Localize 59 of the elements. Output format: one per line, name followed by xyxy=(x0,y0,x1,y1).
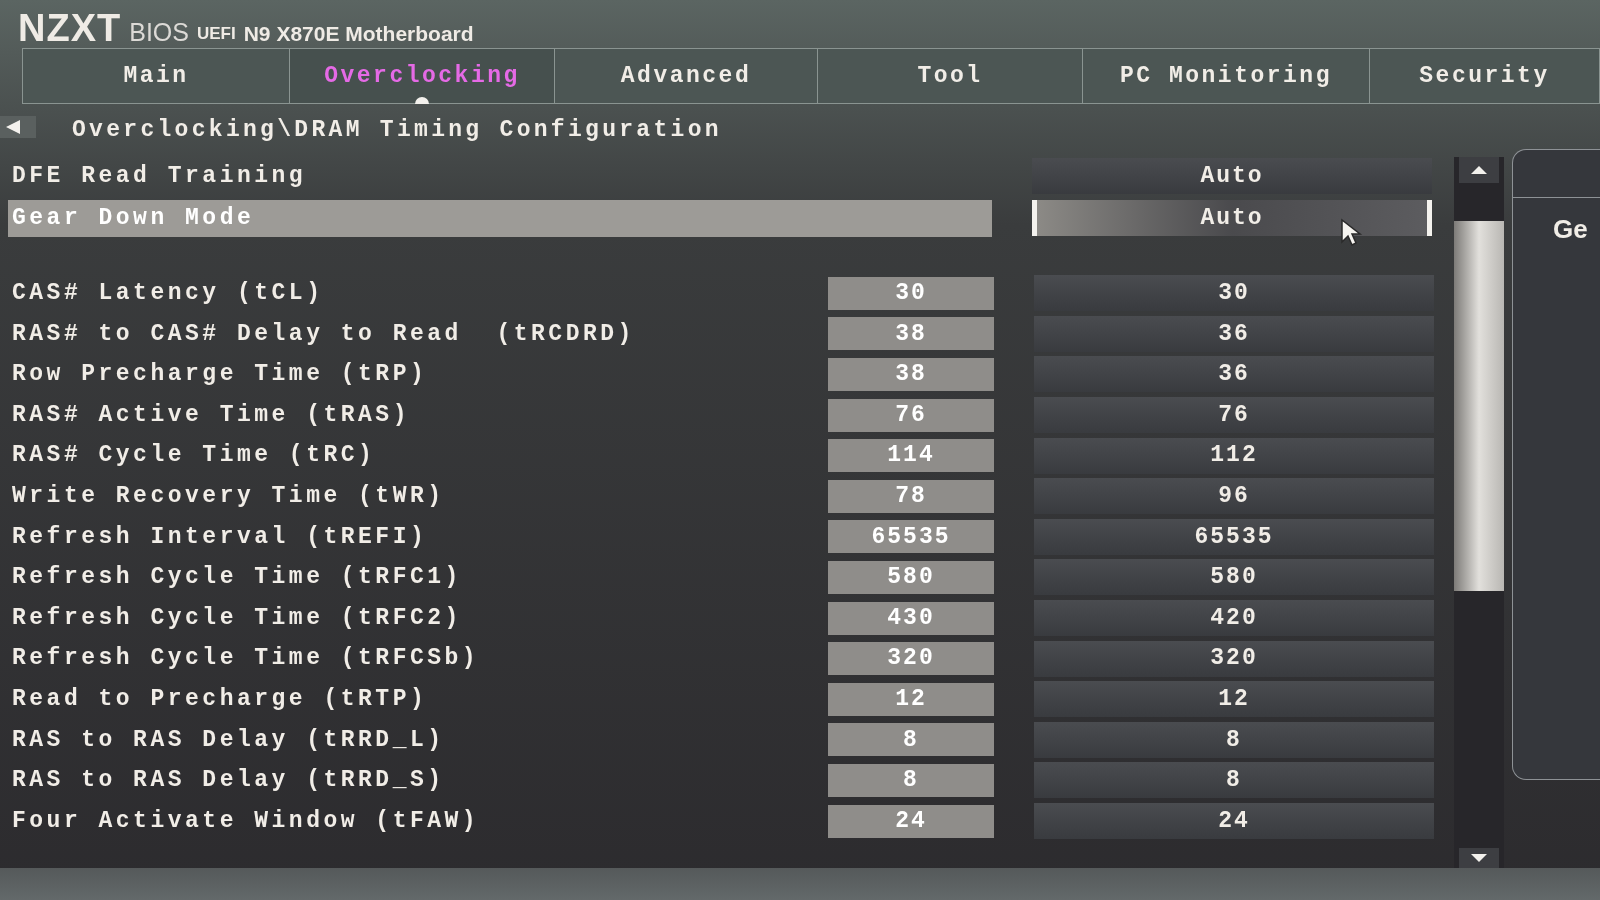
current-value: 12 xyxy=(828,682,994,716)
product-name: BIOS xyxy=(129,18,189,46)
setting-label[interactable]: RAS# Cycle Time (tRC) xyxy=(8,438,826,473)
setting-label[interactable]: Refresh Cycle Time (tRFCSb) xyxy=(8,641,826,676)
setting-label[interactable]: RAS# Active Time (tRAS) xyxy=(8,398,826,433)
setting-label[interactable]: RAS to RAS Delay (tRRD_L) xyxy=(8,722,826,757)
current-value: 76 xyxy=(828,398,994,432)
value-field[interactable]: 580 xyxy=(1034,559,1434,596)
value-field[interactable]: Auto xyxy=(1032,200,1432,236)
value-field[interactable]: 96 xyxy=(1034,478,1434,515)
current-value: 30 xyxy=(828,276,994,310)
value-field[interactable]: 36 xyxy=(1034,356,1434,393)
value-field[interactable]: 24 xyxy=(1034,803,1434,839)
board-name: N9 X870E Motherboard xyxy=(243,21,474,46)
tab[interactable]: Security xyxy=(1370,48,1600,104)
current-value: 8 xyxy=(828,763,994,797)
value-field[interactable]: 8 xyxy=(1034,721,1434,758)
value-field[interactable]: 320 xyxy=(1034,640,1434,677)
value-field[interactable]: 76 xyxy=(1034,397,1434,434)
scrollbar-thumb[interactable] xyxy=(1454,221,1504,591)
current-value: 114 xyxy=(828,439,994,473)
setting-label[interactable]: RAS# to CAS# Delay to Read (tRCDRD) xyxy=(8,316,826,351)
setting-label[interactable]: CAS# Latency (tCL) xyxy=(8,276,826,311)
setting-label[interactable]: Write Recovery Time (tWR) xyxy=(8,479,826,514)
current-value: 65535 xyxy=(828,520,994,554)
current-value: 38 xyxy=(828,358,994,391)
setting-label[interactable]: Refresh Interval (tREFI) xyxy=(8,519,826,554)
mouse-pointer-icon xyxy=(1340,218,1364,246)
help-title: Ge xyxy=(1552,213,1589,246)
current-value: 8 xyxy=(828,723,994,757)
current-value: 430 xyxy=(828,601,994,635)
tab[interactable]: Main xyxy=(22,48,290,104)
setting-label[interactable]: Four Activate Window (tFAW) xyxy=(8,804,826,838)
firmware-label: UEFI xyxy=(196,23,236,45)
breadcrumb-path: Overclocking\DRAM Timing Configuration xyxy=(72,116,722,146)
value-field[interactable]: 112 xyxy=(1034,437,1434,474)
current-value: 580 xyxy=(828,560,994,594)
setting-label[interactable]: Refresh Cycle Time (tRFC2) xyxy=(8,601,826,636)
value-field[interactable]: 420 xyxy=(1034,600,1434,637)
current-value: 38 xyxy=(828,317,994,351)
value-field[interactable]: Auto xyxy=(1032,158,1432,194)
current-value: 24 xyxy=(828,804,994,838)
value-field[interactable]: 30 xyxy=(1034,275,1434,312)
tab[interactable]: Tool xyxy=(818,48,1083,104)
value-field[interactable]: 36 xyxy=(1034,315,1434,352)
tab[interactable]: PC Monitoring xyxy=(1083,48,1370,104)
setting-label[interactable]: DFE Read Training xyxy=(8,157,992,195)
current-value: 78 xyxy=(828,479,994,513)
tab[interactable]: Advanced xyxy=(555,48,818,104)
brand-logo: NZXT xyxy=(18,10,122,46)
setting-label[interactable]: RAS to RAS Delay (tRRD_S) xyxy=(8,763,826,798)
value-field[interactable]: 65535 xyxy=(1034,518,1434,555)
scrollbar[interactable] xyxy=(1454,157,1504,868)
setting-label[interactable]: Read to Precharge (tRTP) xyxy=(8,682,826,717)
setting-label[interactable]: Row Precharge Time (tRP) xyxy=(8,357,826,392)
value-field[interactable]: 12 xyxy=(1034,681,1434,718)
setting-label[interactable]: Refresh Cycle Time (tRFC1) xyxy=(8,560,826,595)
value-field[interactable]: 8 xyxy=(1034,762,1434,799)
current-value: 320 xyxy=(828,642,994,676)
